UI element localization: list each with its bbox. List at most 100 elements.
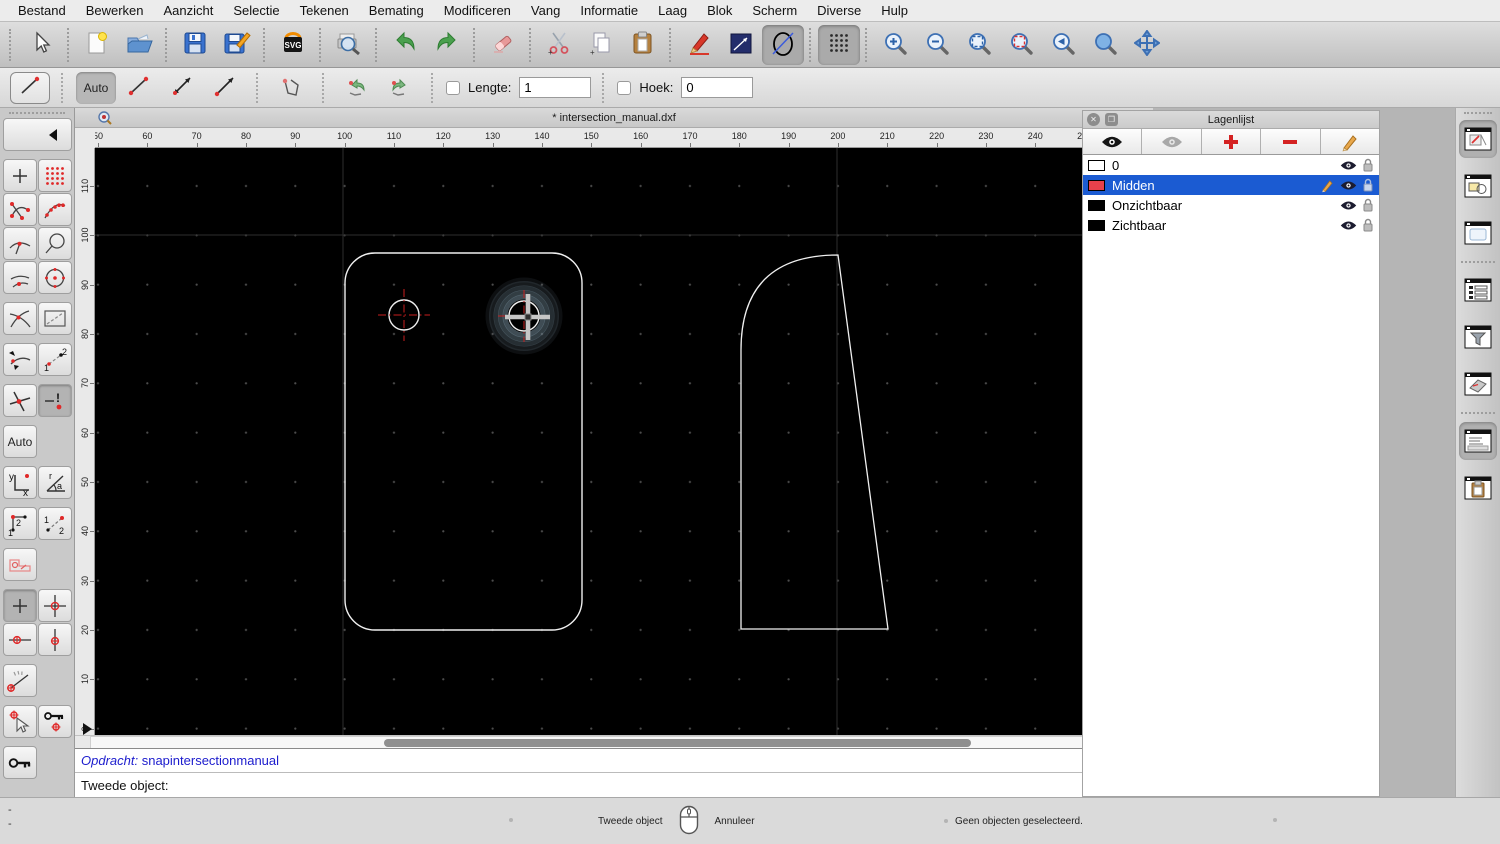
polyline-redo-button[interactable] xyxy=(380,72,420,104)
zoom-out-button[interactable] xyxy=(916,25,958,65)
panel-float-button[interactable]: ❐ xyxy=(1105,113,1118,126)
layer-lock-icon[interactable] xyxy=(1362,158,1374,172)
snapbar-handle[interactable] xyxy=(9,112,65,114)
layer-row-onzichtbaar[interactable]: Onzichtbaar xyxy=(1083,195,1379,215)
snap-tangent-button[interactable] xyxy=(3,261,37,294)
zoom-window-button[interactable] xyxy=(1084,25,1126,65)
layer-lock-icon[interactable] xyxy=(1362,198,1374,212)
layer-visibility-eye-icon[interactable] xyxy=(1340,200,1357,211)
layer-visibility-eye-icon[interactable] xyxy=(1340,160,1357,171)
auto-mode-button[interactable]: Auto xyxy=(76,71,116,104)
restrict-rectangle-button[interactable] xyxy=(38,302,72,335)
open-file-button[interactable] xyxy=(118,25,160,65)
menu-selectie[interactable]: Selectie xyxy=(223,3,289,18)
add-layer-button[interactable] xyxy=(1201,129,1262,154)
zoom-in-button[interactable] xyxy=(874,25,916,65)
restrict-nothing-button[interactable] xyxy=(3,589,37,622)
dock-toggle-layers[interactable] xyxy=(1459,120,1497,158)
toolbar-handle[interactable] xyxy=(9,28,15,61)
snap-coordinate-button[interactable] xyxy=(38,589,72,622)
command-input[interactable] xyxy=(168,775,1124,795)
svg-export-button[interactable]: SVG xyxy=(272,25,314,65)
snap-perpendicular-button[interactable] xyxy=(3,227,37,260)
menu-tekenen[interactable]: Tekenen xyxy=(290,3,359,18)
menu-diverse[interactable]: Diverse xyxy=(807,3,871,18)
lock-relative-zero-button[interactable] xyxy=(38,705,72,738)
menu-modificeren[interactable]: Modificeren xyxy=(434,3,521,18)
snap-intersection-button[interactable] xyxy=(3,302,37,335)
zoom-back-button[interactable] xyxy=(1042,25,1084,65)
delete-button[interactable] xyxy=(482,25,524,65)
redo-button[interactable] xyxy=(426,25,468,65)
line-attributes-button[interactable] xyxy=(720,25,762,65)
layer-lock-icon[interactable] xyxy=(1362,178,1374,192)
zoom-previous-button[interactable] xyxy=(1000,25,1042,65)
ellipse-line-button[interactable] xyxy=(762,24,804,65)
menu-bestand[interactable]: Bestand xyxy=(8,3,76,18)
line-one-direction-button[interactable] xyxy=(205,72,245,104)
hoek-input[interactable] xyxy=(681,77,754,98)
relative-zero-button[interactable] xyxy=(3,746,37,779)
menu-informatie[interactable]: Informatie xyxy=(570,3,648,18)
coordinate-cartesian-button[interactable]: yx xyxy=(3,466,37,499)
menu-blok[interactable]: Blok xyxy=(697,3,742,18)
restrict-ortho-button[interactable] xyxy=(3,548,37,581)
remove-layer-button[interactable] xyxy=(1261,129,1321,154)
menu-bemating[interactable]: Bemating xyxy=(359,3,434,18)
edit-entity-button[interactable] xyxy=(678,25,720,65)
relative-polar-button[interactable]: 12 xyxy=(38,507,72,540)
hide-all-layers-button[interactable] xyxy=(1142,129,1202,154)
print-preview-button[interactable] xyxy=(328,25,370,65)
snap-distance-button[interactable] xyxy=(3,343,37,376)
snap-intersection-manual-button[interactable]: ! xyxy=(38,384,72,417)
menu-scherm[interactable]: Scherm xyxy=(742,3,807,18)
line-both-directions-button[interactable] xyxy=(162,72,202,104)
panel-close-button[interactable]: ✕ xyxy=(1087,113,1100,126)
undo-button[interactable] xyxy=(384,25,426,65)
menu-bewerken[interactable]: Bewerken xyxy=(76,3,154,18)
line-two-points-button[interactable] xyxy=(119,72,159,104)
menu-hulp[interactable]: Hulp xyxy=(871,3,918,18)
set-relative-zero-button[interactable] xyxy=(3,705,37,738)
paste-button[interactable] xyxy=(622,25,664,65)
layer-row-midden[interactable]: Midden xyxy=(1083,175,1379,195)
snap-angle-button[interactable] xyxy=(3,664,37,697)
layer-visibility-eye-icon[interactable] xyxy=(1340,220,1357,231)
menu-aanzicht[interactable]: Aanzicht xyxy=(154,3,224,18)
polyline-undo-button[interactable] xyxy=(337,72,377,104)
current-tool-line-button[interactable] xyxy=(10,71,50,104)
hoek-checkbox[interactable] xyxy=(617,80,632,95)
dock-toggle-command-line[interactable] xyxy=(1459,422,1497,460)
dock-toggle-selection-filter[interactable] xyxy=(1459,318,1497,356)
snap-endpoints-button[interactable] xyxy=(3,193,37,226)
save-button[interactable] xyxy=(174,25,216,65)
snap-divide-button[interactable]: 12 xyxy=(38,343,72,376)
snap-auto-button[interactable]: Auto xyxy=(3,425,37,458)
polyline-button[interactable] xyxy=(271,72,311,104)
layer-row-0[interactable]: 0 xyxy=(1083,155,1379,175)
dock-toggle-clipboard[interactable] xyxy=(1459,469,1497,507)
cut-button[interactable]: + xyxy=(538,25,580,65)
snap-reference-button[interactable] xyxy=(38,227,72,260)
drawing-canvas[interactable] xyxy=(95,148,1138,735)
zoom-pan-button[interactable] xyxy=(1126,25,1168,65)
lengte-checkbox[interactable] xyxy=(446,80,460,95)
dock-toggle-blocks[interactable] xyxy=(1459,167,1497,205)
menu-vang[interactable]: Vang xyxy=(521,3,570,18)
grid-toggle-button[interactable] xyxy=(818,24,860,65)
layer-visibility-eye-icon[interactable] xyxy=(1340,180,1357,191)
snap-grid-button[interactable] xyxy=(38,159,72,192)
snap-on-entity-button[interactable] xyxy=(38,193,72,226)
snap-intersection-auto-button[interactable] xyxy=(3,384,37,417)
layer-row-zichtbaar[interactable]: Zichtbaar xyxy=(1083,215,1379,235)
edit-layer-button[interactable] xyxy=(1320,129,1380,154)
back-button[interactable] xyxy=(3,118,72,151)
dock-toggle-properties[interactable] xyxy=(1459,271,1497,309)
lengte-input[interactable] xyxy=(519,77,592,98)
save-as-button[interactable] xyxy=(216,25,258,65)
relative-cartesian-button[interactable]: 21 xyxy=(3,507,37,540)
zoom-auto-button[interactable] xyxy=(958,25,1000,65)
copy-button[interactable]: + xyxy=(580,25,622,65)
layer-lock-icon[interactable] xyxy=(1362,218,1374,232)
dockstrip-handle[interactable] xyxy=(1464,112,1492,114)
